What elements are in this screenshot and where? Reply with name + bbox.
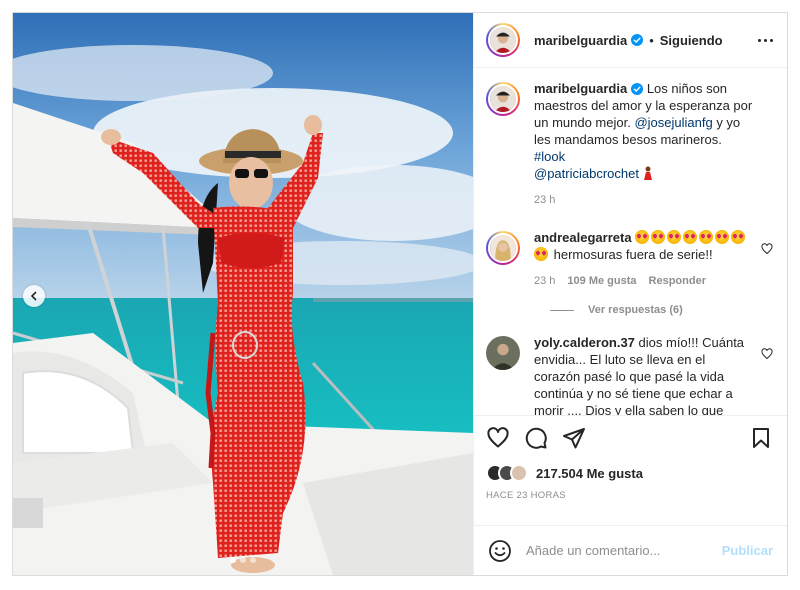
author-avatar[interactable] [486,82,520,116]
author-avatar[interactable] [486,23,520,57]
heart-icon[interactable] [486,426,510,450]
comment-heart-icon[interactable] [761,348,773,360]
comment-body: yoly.calderon.37 dios mío!!! Cuánta envi… [534,334,775,415]
carousel-dot [240,557,246,563]
instagram-post: maribelguardia • Siguiendo maribelguardi… [12,12,788,576]
likes-summary[interactable]: 217.504 Me gusta [486,464,773,482]
comment: yoly.calderon.37 dios mío!!! Cuánta envi… [486,334,775,415]
share-icon[interactable] [562,426,586,450]
mention-link[interactable]: @josejulianfg [634,115,712,130]
mention-link[interactable]: @patriciabcrochet [534,166,639,181]
comment: andrealegarreta hermosuras fuera de seri… [486,229,775,290]
carousel-indicator [13,557,473,563]
author-avatar-image [490,27,516,53]
carousel-dot [250,557,256,563]
caption-body: maribelguardia Los niños son maestros de… [534,80,775,209]
boat-photo-image [13,13,473,575]
post-header: maribelguardia • Siguiendo [474,13,787,68]
commenter-avatar[interactable] [486,231,520,265]
chevron-left-icon [30,291,37,301]
verified-badge-icon [631,83,644,95]
emoji-icon[interactable] [488,539,512,563]
post-timestamp[interactable]: HACE 23 HORAS [486,490,773,501]
carousel-prev-button[interactable] [23,285,45,307]
woman-emoji-icon [643,166,652,180]
view-replies-label: Ver respuestas (6) [588,304,683,316]
comment-text: hermosuras fuera de serie!! [550,247,713,262]
commenter-avatar-image [486,336,520,370]
following-button[interactable]: Siguiendo [660,33,723,48]
commenter-avatar[interactable] [486,336,520,370]
view-replies-button[interactable]: Ver respuestas (6) [550,304,775,316]
add-comment-bar: Publicar [474,525,787,575]
post-actions: 217.504 Me gusta HACE 23 HORAS [474,415,787,525]
publish-button[interactable]: Publicar [722,543,773,558]
hashtag-link[interactable]: #look [534,149,565,164]
header-separator: • [649,32,654,48]
comment-heart-icon[interactable] [761,243,773,255]
comment-icon[interactable] [524,426,548,450]
post-side-panel: maribelguardia • Siguiendo maribelguardi… [473,13,787,575]
carousel-dot [230,557,236,563]
comment-username[interactable]: andrealegarreta [534,230,632,245]
comment-username[interactable]: yoly.calderon.37 [534,335,635,350]
commenter-avatar-image [490,235,516,261]
likes-count[interactable]: 217.504 Me gusta [536,466,643,481]
likers-avatars [486,464,528,482]
caption: maribelguardia Los niños son maestros de… [486,80,775,209]
bookmark-icon[interactable] [749,426,773,450]
author-username[interactable]: maribelguardia [534,33,627,48]
more-options-icon[interactable] [758,38,773,42]
author-avatar-image [490,86,516,112]
comments-list: maribelguardia Los niños son maestros de… [474,68,787,415]
caption-username[interactable]: maribelguardia [534,81,627,96]
caption-time[interactable]: 23 h [534,192,555,209]
comment-input[interactable] [526,543,722,558]
comment-likes[interactable]: 109 Me gusta [567,273,636,290]
verified-badge-icon [631,34,644,46]
comment-body: andrealegarreta hermosuras fuera de seri… [534,229,775,290]
comment-time[interactable]: 23 h [534,273,555,290]
reply-button[interactable]: Responder [649,273,706,290]
post-photo[interactable] [13,13,473,575]
